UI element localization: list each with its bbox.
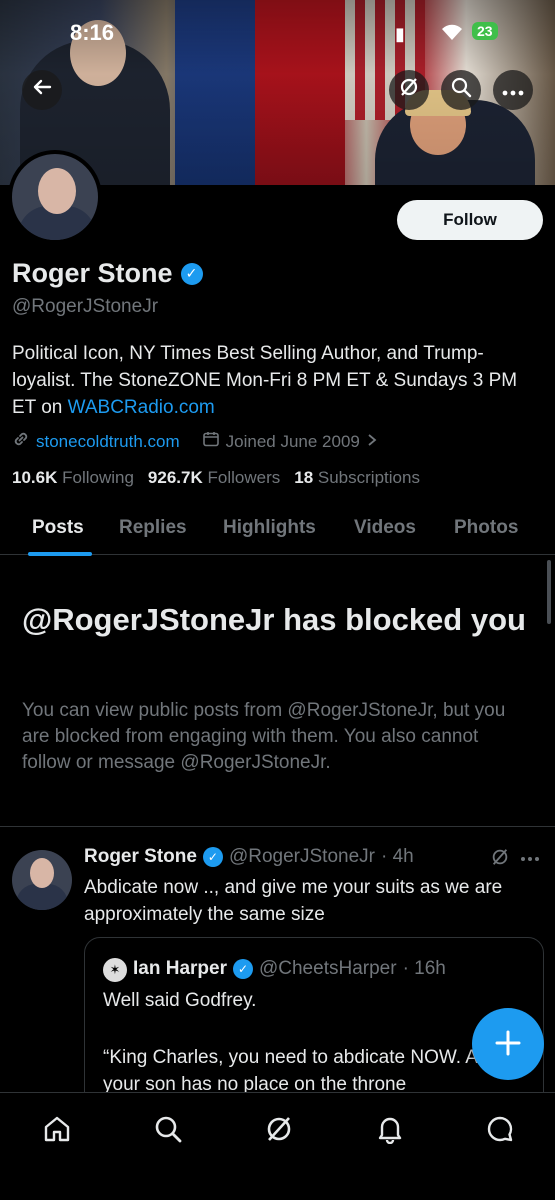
tab-replies[interactable]: Replies	[119, 517, 187, 539]
tweet-avatar-face	[30, 858, 54, 888]
tab-highlights[interactable]: Highlights	[223, 517, 316, 539]
profile-avatar[interactable]	[8, 150, 102, 244]
following-count: 10.6K	[12, 468, 58, 487]
profile-bio: Political Icon, NY Times Best Selling Au…	[12, 340, 542, 421]
bottom-navigation	[0, 1092, 555, 1200]
divider	[0, 826, 555, 827]
scrollbar[interactable]	[547, 560, 551, 624]
quote-author: Ian Harper	[133, 958, 227, 979]
website-link[interactable]: stonecoldtruth.com	[36, 432, 180, 452]
quote-handle: @CheetsHarper	[258, 958, 397, 979]
profile-meta: stonecoldtruth.com Joined June 2009	[12, 430, 378, 453]
status-time: 8:16	[70, 20, 115, 45]
tweet-time: · 4h	[380, 846, 414, 867]
followers-label: Followers	[207, 468, 281, 487]
link-icon	[12, 430, 30, 453]
followers-stat[interactable]: 926.7K Followers	[148, 468, 280, 488]
blocked-description: You can view public posts from @RogerJSt…	[22, 700, 506, 773]
subscriptions-count: 18	[294, 468, 314, 487]
joined-date: Joined June 2009	[225, 431, 360, 451]
quote-text-line2: “King Charles, you need to abdicate NOW.…	[103, 1047, 500, 1095]
nav-home[interactable]	[33, 1107, 81, 1155]
follow-button[interactable]: Follow	[397, 200, 543, 240]
following-label: Following	[62, 468, 134, 487]
quote-time: · 16h	[402, 958, 446, 979]
quote-text-line1: Well said Godfrey.	[103, 990, 257, 1011]
signal-icon: ▮	[395, 24, 405, 44]
nav-grok[interactable]	[255, 1107, 303, 1155]
verified-badge-icon[interactable]: ✓	[180, 262, 203, 285]
verified-badge-icon: ✓	[232, 959, 253, 979]
messages-icon	[485, 1114, 515, 1149]
tweet-author[interactable]: Roger Stone	[84, 846, 197, 868]
home-icon	[42, 1114, 72, 1149]
grok-icon	[398, 76, 420, 104]
profile-stats: 10.6K Following 926.7K Followers 18 Subs…	[12, 468, 420, 488]
subscriptions-stat[interactable]: 18 Subscriptions	[294, 468, 420, 488]
tweet-header: Roger Stone ✓ @RogerJStoneJr · 4h	[84, 846, 414, 868]
followers-count: 926.7K	[147, 468, 203, 487]
wifi-icon	[440, 22, 464, 47]
tab-videos[interactable]: Videos	[354, 517, 416, 539]
following-stat[interactable]: 10.6K Following	[12, 468, 134, 488]
notifications-icon	[375, 1114, 405, 1149]
nav-notifications[interactable]	[366, 1107, 414, 1155]
search-icon	[450, 76, 472, 104]
chevron-right-icon[interactable]	[366, 432, 378, 452]
tab-photos[interactable]: Photos	[454, 517, 518, 539]
quote-avatar: ✶	[103, 958, 127, 982]
search-icon	[153, 1114, 183, 1149]
grok-icon[interactable]	[490, 847, 510, 873]
tweet-handle[interactable]: @RogerJStoneJr	[229, 846, 375, 868]
back-button[interactable]	[22, 70, 62, 110]
grok-icon	[264, 1114, 294, 1149]
compose-button[interactable]	[472, 1008, 544, 1080]
profile-tabs: Posts Replies Highlights Videos Photos	[0, 505, 555, 556]
tab-posts[interactable]: Posts	[32, 517, 84, 539]
avatar-face	[38, 168, 76, 214]
verified-badge-icon: ✓	[202, 847, 223, 867]
profile-name: Roger Stone	[12, 258, 173, 288]
search-button[interactable]	[441, 70, 481, 110]
more-icon	[502, 79, 524, 102]
more-icon[interactable]	[520, 845, 540, 868]
tweet-avatar[interactable]	[12, 850, 72, 910]
back-arrow-icon	[31, 76, 53, 104]
battery-indicator: 23	[472, 22, 498, 40]
profile-name-row: Roger Stone ✓	[12, 258, 203, 289]
more-options-button[interactable]	[493, 70, 533, 110]
grok-button[interactable]	[389, 70, 429, 110]
blocked-title: @RogerJStoneJr has blocked you	[22, 602, 526, 637]
profile-handle: @RogerJStoneJr	[12, 296, 159, 317]
subscriptions-label: Subscriptions	[317, 468, 420, 487]
plus-icon	[494, 1022, 522, 1067]
nav-search[interactable]	[144, 1107, 192, 1155]
calendar-icon	[202, 430, 220, 453]
bio-link[interactable]: WABCRadio.com	[68, 397, 215, 418]
nav-messages[interactable]	[476, 1107, 524, 1155]
active-tab-indicator	[28, 552, 92, 556]
tweet-text: Abdicate now .., and give me your suits …	[84, 877, 503, 925]
quote-header: Ian Harper ✓ @CheetsHarper · 16h	[133, 958, 446, 980]
status-bar: 8:16 ▮ 23	[0, 20, 555, 48]
